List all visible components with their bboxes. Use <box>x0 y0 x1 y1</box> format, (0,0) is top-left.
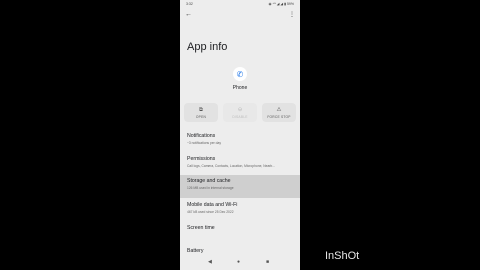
settings-item-screen-time[interactable]: Screen time <box>180 222 300 245</box>
force-stop-label: FORCE STOP <box>267 114 291 119</box>
open-button[interactable]: ⧉ OPEN <box>184 103 218 122</box>
settings-item-title: Mobile data and Wi-Fi <box>187 202 238 208</box>
status-bar: 3:32 ◉ ⁴ᴳ ◢ ◢ ▮ 59% <box>180 0 300 9</box>
settings-item-subtitle: 126 MB used in internal storage <box>187 185 234 190</box>
disable-button[interactable]: ⊖ DISABLE <box>223 103 257 122</box>
page-title: App info <box>187 41 228 53</box>
navigation-bar: ◀ ● ■ <box>180 256 300 270</box>
settings-item-title: Screen time <box>187 225 215 231</box>
settings-item-mobile-data[interactable]: Mobile data and Wi-Fi 467 kB used since … <box>180 199 300 222</box>
settings-item-title: Battery <box>187 248 204 254</box>
settings-item-subtitle: 467 kB used since 25 Dec 2022 <box>187 209 234 214</box>
disable-label: DISABLE <box>232 114 248 119</box>
open-label: OPEN <box>195 114 207 119</box>
more-options-icon[interactable]: ⋮ <box>289 11 295 18</box>
force-stop-button[interactable]: ⚠ FORCE STOP <box>262 103 296 122</box>
back-arrow-icon[interactable]: ← <box>185 11 192 18</box>
status-time: 3:32 <box>186 2 193 6</box>
app-name: Phone <box>232 85 248 91</box>
phone-app-icon: ✆ <box>233 67 247 81</box>
settings-item-title: Storage and cache <box>187 178 231 184</box>
phone-screen: 3:32 ◉ ⁴ᴳ ◢ ◢ ▮ 59% ← ⋮ App info ✆ Phone… <box>180 0 300 270</box>
inshot-watermark: InShOt <box>325 250 360 262</box>
open-icon: ⧉ <box>199 106 203 113</box>
nav-home-icon[interactable]: ● <box>237 259 240 265</box>
top-app-bar: ← ⋮ <box>180 10 300 24</box>
settings-item-title: Permissions <box>187 156 216 162</box>
status-icons: ◉ ⁴ᴳ ◢ ◢ ▮ 59% <box>268 2 294 6</box>
settings-item-title: Notifications <box>187 133 216 139</box>
action-buttons: ⧉ OPEN ⊖ DISABLE ⚠ FORCE STOP <box>180 103 300 122</box>
settings-item-subtitle: ~3 notifications per day <box>187 140 221 145</box>
nav-recents-icon[interactable]: ■ <box>266 259 269 265</box>
settings-item-notifications[interactable]: Notifications ~3 notifications per day <box>180 130 300 153</box>
warning-icon: ⚠ <box>276 106 282 113</box>
settings-item-subtitle: Call logs, Camera, Contacts, Location, M… <box>187 163 275 168</box>
nav-back-icon[interactable]: ◀ <box>208 259 212 265</box>
settings-item-storage[interactable]: Storage and cache 126 MB used in interna… <box>180 175 300 198</box>
disable-icon: ⊖ <box>237 106 243 113</box>
settings-item-permissions[interactable]: Permissions Call logs, Camera, Contacts,… <box>180 153 300 176</box>
